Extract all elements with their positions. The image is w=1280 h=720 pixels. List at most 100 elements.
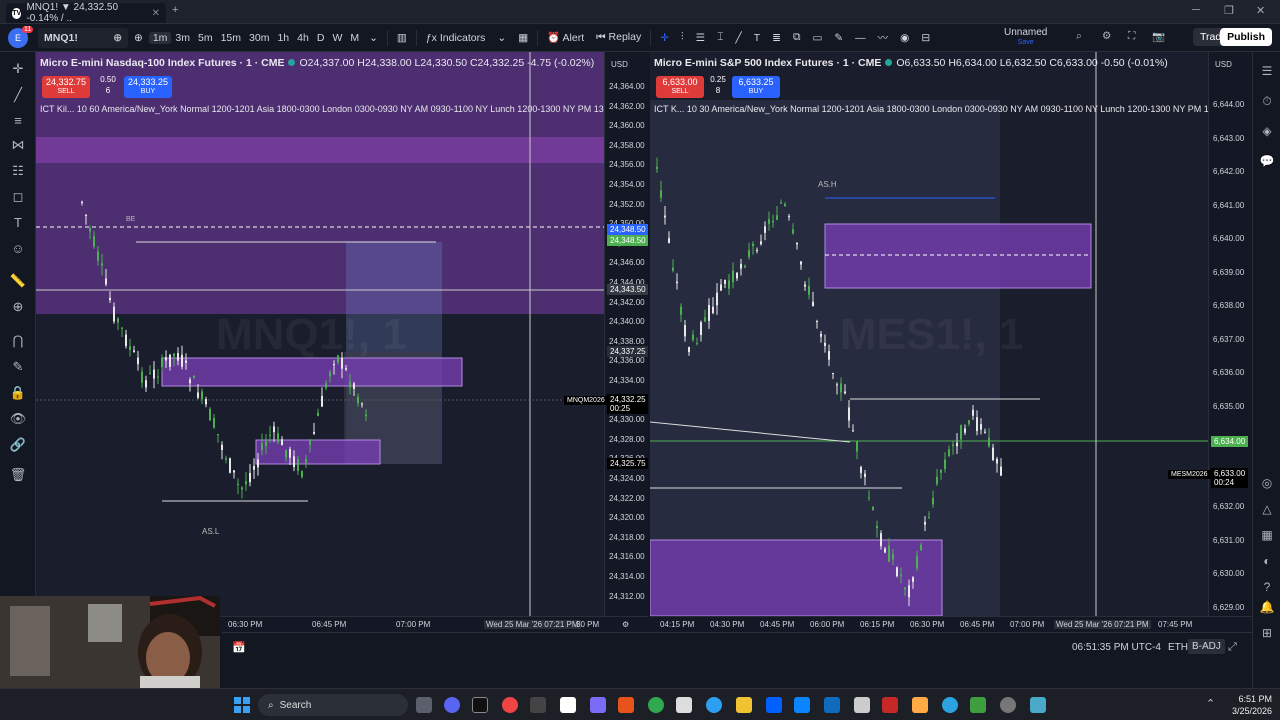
- app-icon[interactable]: [618, 697, 634, 713]
- store-icon[interactable]: [794, 697, 810, 713]
- eye-tool-icon[interactable]: ◉: [894, 32, 915, 44]
- telegram-icon[interactable]: [942, 697, 958, 713]
- copilot-icon[interactable]: [590, 697, 606, 713]
- zoom-icon[interactable]: ⊕: [9, 298, 27, 316]
- crosshair-tool-icon[interactable]: ✛: [654, 32, 675, 44]
- windows-start-icon[interactable]: [234, 697, 250, 713]
- channel-tool-icon[interactable]: ⧉: [787, 31, 807, 44]
- app-icon[interactable]: [912, 697, 928, 713]
- discord-icon[interactable]: [444, 697, 460, 713]
- new-tab-icon[interactable]: +: [172, 4, 178, 16]
- date-range-icon[interactable]: 📅: [232, 641, 246, 654]
- app-icon[interactable]: [1030, 697, 1046, 713]
- notion-icon[interactable]: [560, 697, 576, 713]
- indicator-legend[interactable]: ICT Kil... 10 60 America/New_York Normal…: [40, 104, 644, 114]
- watchlist-icon[interactable]: ☰: [1258, 62, 1276, 80]
- chevron-down-icon[interactable]: ⌄: [363, 32, 384, 44]
- fib-icon[interactable]: ☷: [9, 162, 27, 180]
- outlook-icon[interactable]: [824, 697, 840, 713]
- target-icon[interactable]: ◎: [1258, 474, 1276, 492]
- alert-button[interactable]: ⏰ Alert: [541, 31, 590, 44]
- grid-icon[interactable]: ⊞: [1258, 624, 1276, 642]
- sp500-chart-pane[interactable]: MES1!, 1 Micro E-mini S&P 500 Index Futu…: [650, 52, 1252, 632]
- tray-chevron-icon[interactable]: ⌃: [1206, 697, 1215, 710]
- symbol-settings-icon[interactable]: ⊕: [113, 32, 122, 44]
- currency-label[interactable]: USD: [611, 60, 628, 69]
- ideas-icon[interactable]: △: [1258, 500, 1276, 518]
- adjustment-toggle[interactable]: B-ADJ: [1188, 639, 1225, 654]
- tf-15m[interactable]: 15m: [217, 32, 245, 44]
- text-icon[interactable]: T: [9, 214, 27, 232]
- indicator-legend[interactable]: ICT K... 10 30 America/New_York Normal 1…: [654, 104, 1242, 114]
- shapes-icon[interactable]: ◻: [9, 188, 27, 206]
- price-axis[interactable]: USD 6,644.00 6,643.00 6,642.00 6,641.00 6,64…: [1208, 52, 1252, 622]
- text-tool-icon[interactable]: T: [748, 32, 766, 44]
- pattern-icon[interactable]: ⋈: [9, 136, 27, 154]
- session-toggle[interactable]: ETH: [1168, 642, 1188, 653]
- alerts-clock-icon[interactable]: ⏱: [1258, 92, 1276, 110]
- lock-drawing-icon[interactable]: ✎: [9, 358, 27, 376]
- magnet-icon[interactable]: ⋂: [9, 332, 27, 350]
- indicators-button[interactable]: ƒx Indicators: [420, 32, 492, 44]
- tf-w[interactable]: W: [328, 32, 346, 44]
- tf-3m[interactable]: 3m: [171, 32, 194, 44]
- currency-label[interactable]: USD: [1215, 60, 1232, 69]
- expand-icon[interactable]: ⤢: [1228, 641, 1237, 654]
- camera-icon[interactable]: 📷: [1152, 30, 1165, 43]
- candle-type-icon[interactable]: ▥: [391, 32, 413, 44]
- layouts-icon[interactable]: ▦: [512, 32, 534, 44]
- help-icon[interactable]: ?: [1258, 578, 1276, 596]
- edge-icon[interactable]: [706, 697, 722, 713]
- chrome-icon[interactable]: [502, 697, 518, 713]
- tf-m[interactable]: M: [346, 32, 363, 44]
- pulse-icon[interactable]: ◐: [1258, 552, 1276, 570]
- rectangle-tool-icon[interactable]: ▭: [806, 32, 828, 44]
- system-clock[interactable]: 6:51 PM 3/25/2026: [1226, 693, 1272, 717]
- trendline-icon[interactable]: ╱: [9, 86, 27, 104]
- layers-icon[interactable]: ◈: [1258, 122, 1276, 140]
- panel-tool-icon[interactable]: ⊟: [915, 32, 936, 44]
- settings-icon[interactable]: ⚙: [1102, 30, 1111, 42]
- link-icon[interactable]: 🔗: [9, 436, 27, 454]
- ray-tool-icon[interactable]: —: [849, 32, 872, 44]
- tf-1h[interactable]: 1h: [273, 32, 293, 44]
- eye-icon[interactable]: 👁: [9, 410, 27, 428]
- layout-name-block[interactable]: Unnamed Save: [1004, 28, 1047, 48]
- maximize-icon[interactable]: ❐: [1224, 4, 1234, 17]
- tradingview-app-icon[interactable]: [472, 697, 488, 713]
- lines-tool-icon[interactable]: ≣: [766, 32, 787, 44]
- ruler-icon[interactable]: 📏: [9, 272, 27, 290]
- symbol-search[interactable]: MNQ1! ⊕: [38, 27, 128, 48]
- tf-5m[interactable]: 5m: [194, 32, 217, 44]
- add-symbol-icon[interactable]: ⊕: [128, 32, 149, 44]
- task-view-icon[interactable]: [416, 697, 432, 713]
- clock-readout[interactable]: 06:51:35 PM UTC-4: [1072, 642, 1161, 653]
- gear-icon[interactable]: ⚙: [622, 620, 629, 629]
- app-icon[interactable]: [676, 697, 692, 713]
- tf-d[interactable]: D: [313, 32, 329, 44]
- search-icon[interactable]: ⌕: [1076, 30, 1082, 43]
- notifications-icon[interactable]: 🔔: [1258, 598, 1276, 616]
- horizontal-lines-icon[interactable]: ≡: [9, 112, 27, 130]
- chat-icon[interactable]: 💬: [1258, 152, 1276, 170]
- app-icon[interactable]: [1000, 697, 1016, 713]
- buy-button[interactable]: 6,633.25 BUY: [732, 76, 780, 98]
- chrome-icon[interactable]: [648, 697, 664, 713]
- nasdaq-chart-pane[interactable]: MNQ1!, 1 Micro E-mini Nasdaq-100 Index F…: [36, 52, 648, 632]
- sell-button[interactable]: 6,633.00 SELL: [656, 76, 704, 98]
- lock-icon[interactable]: 🔒: [9, 384, 27, 402]
- time-axis[interactable]: 04:15 PM 04:30 PM 04:45 PM 06:00 PM 06:1…: [650, 616, 1252, 632]
- trendline-tool-icon[interactable]: ╱: [729, 32, 747, 44]
- price-axis[interactable]: USD 24,364.00 24,362.00 24,360.00 24,358.00…: [604, 52, 648, 622]
- calendar-icon[interactable]: ▦: [1258, 526, 1276, 544]
- app-icon[interactable]: [530, 697, 546, 713]
- publish-button[interactable]: Publish: [1220, 28, 1272, 46]
- fullscreen-icon[interactable]: ⛶: [1128, 30, 1135, 43]
- folder-icon[interactable]: [736, 697, 752, 713]
- line-tool-icon[interactable]: ⌶: [711, 31, 729, 44]
- browser-tab[interactable]: TV MNQ1! ▼ 24,332.50 -0.14% / .. ✕: [6, 2, 166, 24]
- app-icon[interactable]: [970, 697, 986, 713]
- tf-30m[interactable]: 30m: [245, 32, 273, 44]
- path-tool-icon[interactable]: 〰: [872, 30, 895, 45]
- minimize-icon[interactable]: ─: [1192, 4, 1200, 16]
